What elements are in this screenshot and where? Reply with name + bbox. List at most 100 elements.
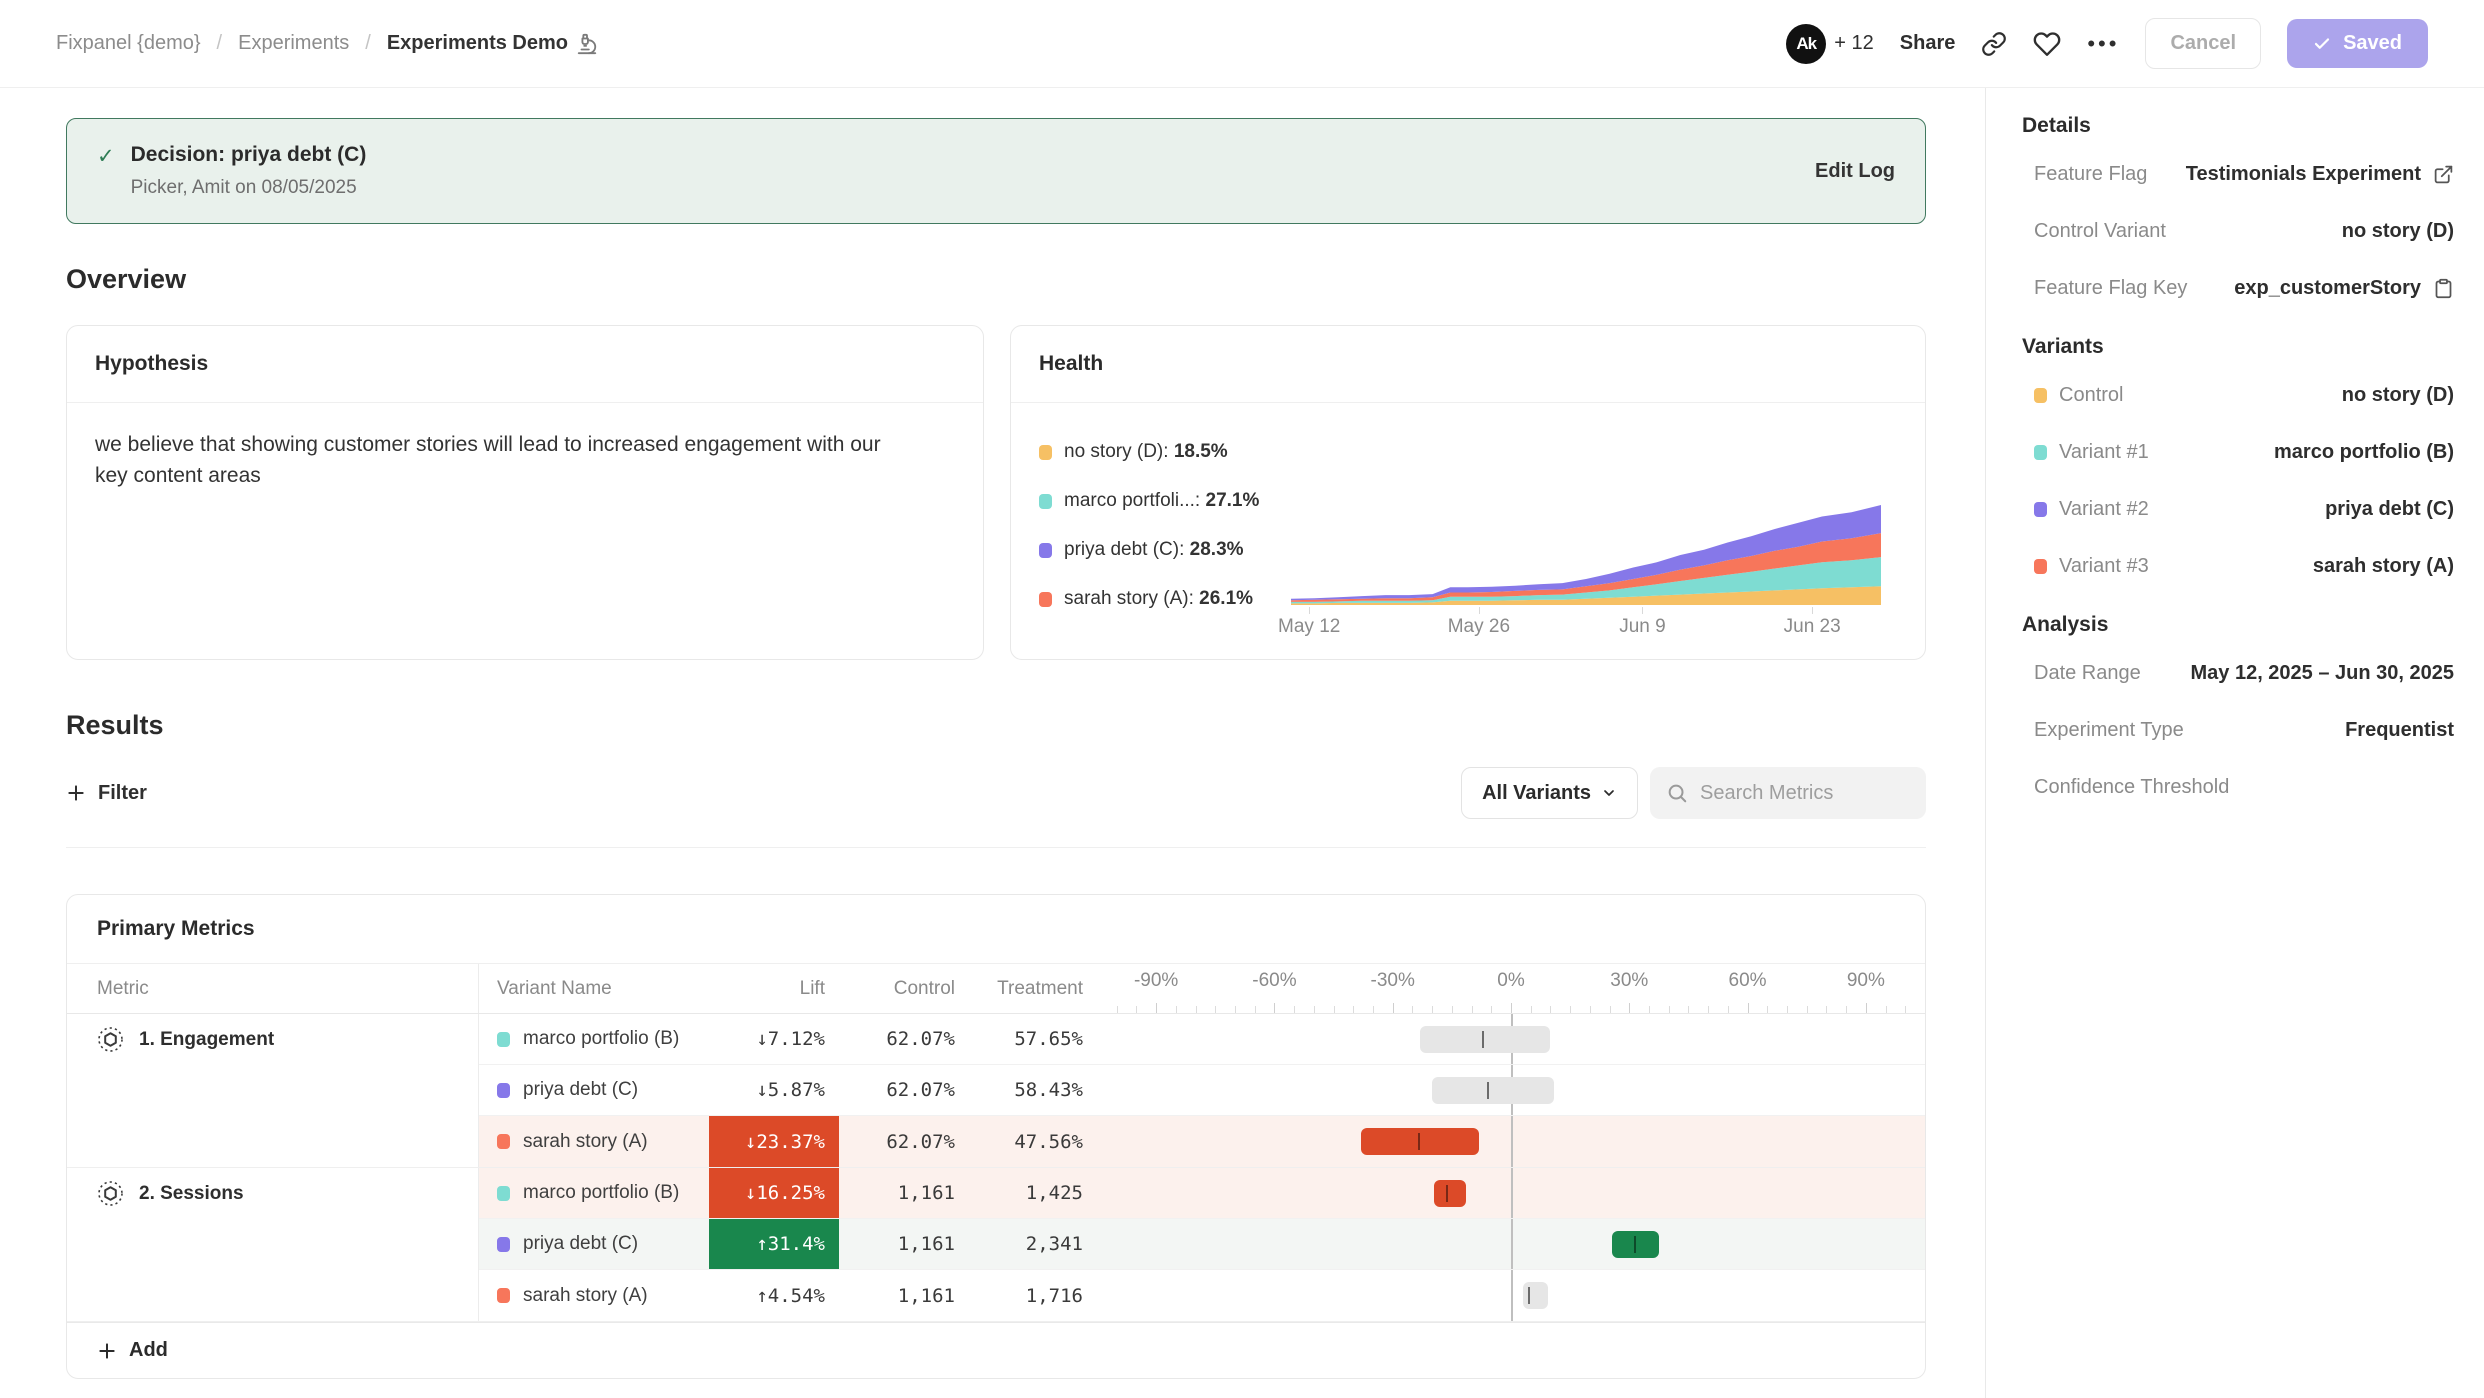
legend-label: sarah story (A): 26.1% <box>1064 588 1253 610</box>
health-legend: no story (D): 18.5%marco portfoli...: 27… <box>1039 433 1291 637</box>
axis-tick <box>1176 1006 1177 1013</box>
confidence-interval-bar <box>1432 1077 1554 1104</box>
page-title: Experiments Demo <box>387 32 568 55</box>
x-tick <box>1812 607 1813 614</box>
share-button[interactable]: Share <box>1900 32 1956 55</box>
axis-tick <box>1491 1006 1492 1013</box>
metric-cell[interactable]: 1. Engagement <box>67 1014 479 1167</box>
sidebar-row-label: Feature Flag Key <box>2034 277 2187 300</box>
sidebar-row-value: sarah story (A) <box>2313 555 2454 578</box>
axis-tick <box>1294 1006 1295 1013</box>
collaborators[interactable]: Ak + 12 <box>1786 24 1873 64</box>
column-header-control: Control <box>839 964 969 1013</box>
decision-title: Decision: priya debt (C) <box>131 143 367 167</box>
mean-marker <box>1487 1082 1489 1099</box>
axis-tick <box>1748 1003 1749 1013</box>
analysis-rows: Date Range May 12, 2025 – Jun 30, 2025 Exp… <box>2034 645 2454 816</box>
analysis-heading: Analysis <box>2022 613 2454 637</box>
table-header: Metric Variant Name Lift Control Treatme… <box>67 964 1925 1014</box>
sidebar-row-value: Frequentist <box>2345 719 2454 742</box>
sidebar-row: Feature Flag Key exp_customerStory <box>2034 260 2454 317</box>
variant-name: marco portfolio (B) <box>523 1182 679 1204</box>
mean-marker <box>1418 1133 1420 1150</box>
axis-tick <box>1610 1006 1611 1013</box>
collaborator-count: + 12 <box>1834 32 1873 55</box>
metric-cell[interactable]: 2. Sessions <box>67 1168 479 1321</box>
table-row[interactable]: priya debt (C)↑31.4%1,1612,341 <box>479 1219 1925 1270</box>
clipboard-icon[interactable] <box>2433 278 2454 299</box>
confidence-interval-bar <box>1420 1026 1550 1053</box>
variant-swatch <box>2034 388 2047 403</box>
more-options-button[interactable]: ••• <box>2087 31 2119 57</box>
table-row[interactable]: marco portfolio (B)↓7.12%62.07%57.65% <box>479 1014 1925 1065</box>
axis-label: -90% <box>1134 970 1178 992</box>
saved-button[interactable]: Saved <box>2287 19 2428 68</box>
x-tick-label: May 12 <box>1278 616 1340 638</box>
control-cell: 1,161 <box>839 1168 969 1218</box>
axis-tick <box>1432 1006 1433 1013</box>
avatar[interactable]: Ak <box>1786 24 1826 64</box>
favorite-icon[interactable] <box>2033 30 2061 58</box>
sidebar-value-text: Frequentist <box>2345 719 2454 742</box>
confidence-interval-bar <box>1523 1282 1549 1309</box>
table-row[interactable]: marco portfolio (B) ↓16.25% 1,161 1,425 <box>479 1168 1925 1219</box>
hypothesis-title: Hypothesis <box>95 352 955 376</box>
lift-cell: ↓5.87% <box>709 1065 839 1115</box>
treatment-value: 1,716 <box>1026 1285 1083 1307</box>
axis-tick <box>1353 1006 1354 1013</box>
lift-value: ↓16.25% <box>745 1182 825 1204</box>
table-row[interactable]: sarah story (A)↓23.37%62.07%47.56% <box>479 1116 1925 1167</box>
sidebar-value-text: no story (D) <box>2342 384 2454 407</box>
axis-tick <box>1590 1006 1591 1013</box>
treatment-cell: 47.56% <box>969 1116 1097 1167</box>
sidebar-row: Experiment Type Frequentist <box>2034 702 2454 759</box>
axis-tick <box>1156 1003 1157 1013</box>
sidebar-value-text: priya debt (C) <box>2325 498 2454 521</box>
check-icon <box>2313 35 2331 53</box>
axis-tick <box>1708 1006 1709 1013</box>
edit-log-button[interactable]: Edit Log <box>1815 160 1895 183</box>
cancel-button[interactable]: Cancel <box>2145 18 2261 69</box>
control-value: 1,161 <box>898 1182 955 1204</box>
external-link-icon[interactable] <box>2433 164 2454 185</box>
treatment-value: 1,425 <box>1026 1182 1083 1204</box>
plus-icon <box>97 1341 117 1361</box>
table-row[interactable]: sarah story (A)↑4.54%1,1611,716 <box>479 1270 1925 1321</box>
ci-cell <box>1097 1014 1925 1064</box>
sidebar-label-text: Feature Flag Key <box>2034 277 2187 300</box>
sidebar-row-label: Date Range <box>2034 662 2141 685</box>
axis-tick <box>1215 1006 1216 1013</box>
ci-cell <box>1097 1116 1925 1167</box>
search-metrics-box[interactable] <box>1650 767 1926 819</box>
column-header-treatment: Treatment <box>969 964 1097 1013</box>
lift-value: ↓5.87% <box>756 1079 825 1101</box>
add-filter-button[interactable]: Filter <box>66 782 147 805</box>
variant-name: priya debt (C) <box>523 1079 638 1101</box>
variants-dropdown[interactable]: All Variants <box>1461 767 1638 819</box>
chevron-down-icon <box>1601 785 1617 801</box>
health-x-axis: May 12May 26Jun 9Jun 23 <box>1291 607 1897 637</box>
sidebar-value-text: May 12, 2025 – Jun 30, 2025 <box>2190 662 2454 685</box>
sidebar-label-text: Control <box>2059 384 2123 407</box>
sidebar-value-text: exp_customerStory <box>2234 277 2421 300</box>
sidebar-row-value: no story (D) <box>2342 384 2454 407</box>
sidebar-row: Variant #2priya debt (C) <box>2034 481 2454 538</box>
control-cell: 1,161 <box>839 1219 969 1269</box>
metric-rows: marco portfolio (B) ↓16.25% 1,161 1,425 priy… <box>479 1168 1925 1321</box>
details-rows: Feature FlagTestimonials ExperimentContr… <box>2034 146 2454 317</box>
sidebar-label-text: Experiment Type <box>2034 719 2184 742</box>
axis-tick <box>1649 1006 1650 1013</box>
axis-label: 60% <box>1729 970 1767 992</box>
table-row[interactable]: priya debt (C)↓5.87%62.07%58.43% <box>479 1065 1925 1116</box>
search-metrics-input[interactable] <box>1700 782 1900 805</box>
lift-cell: ↑31.4% <box>709 1219 839 1269</box>
breadcrumb-experiments[interactable]: Experiments <box>238 32 349 55</box>
decision-check-icon: ✓ <box>97 143 115 199</box>
axis-tick <box>1846 1006 1847 1013</box>
breadcrumb: Fixpanel {demo} / Experiments / Experime… <box>56 32 598 55</box>
copy-link-icon[interactable] <box>1981 31 2007 57</box>
sidebar-row-label: Confidence Threshold <box>2034 776 2229 799</box>
add-metric-button[interactable]: Add <box>67 1322 1925 1378</box>
breadcrumb-project[interactable]: Fixpanel {demo} <box>56 32 201 55</box>
filter-label: Filter <box>98 782 147 805</box>
